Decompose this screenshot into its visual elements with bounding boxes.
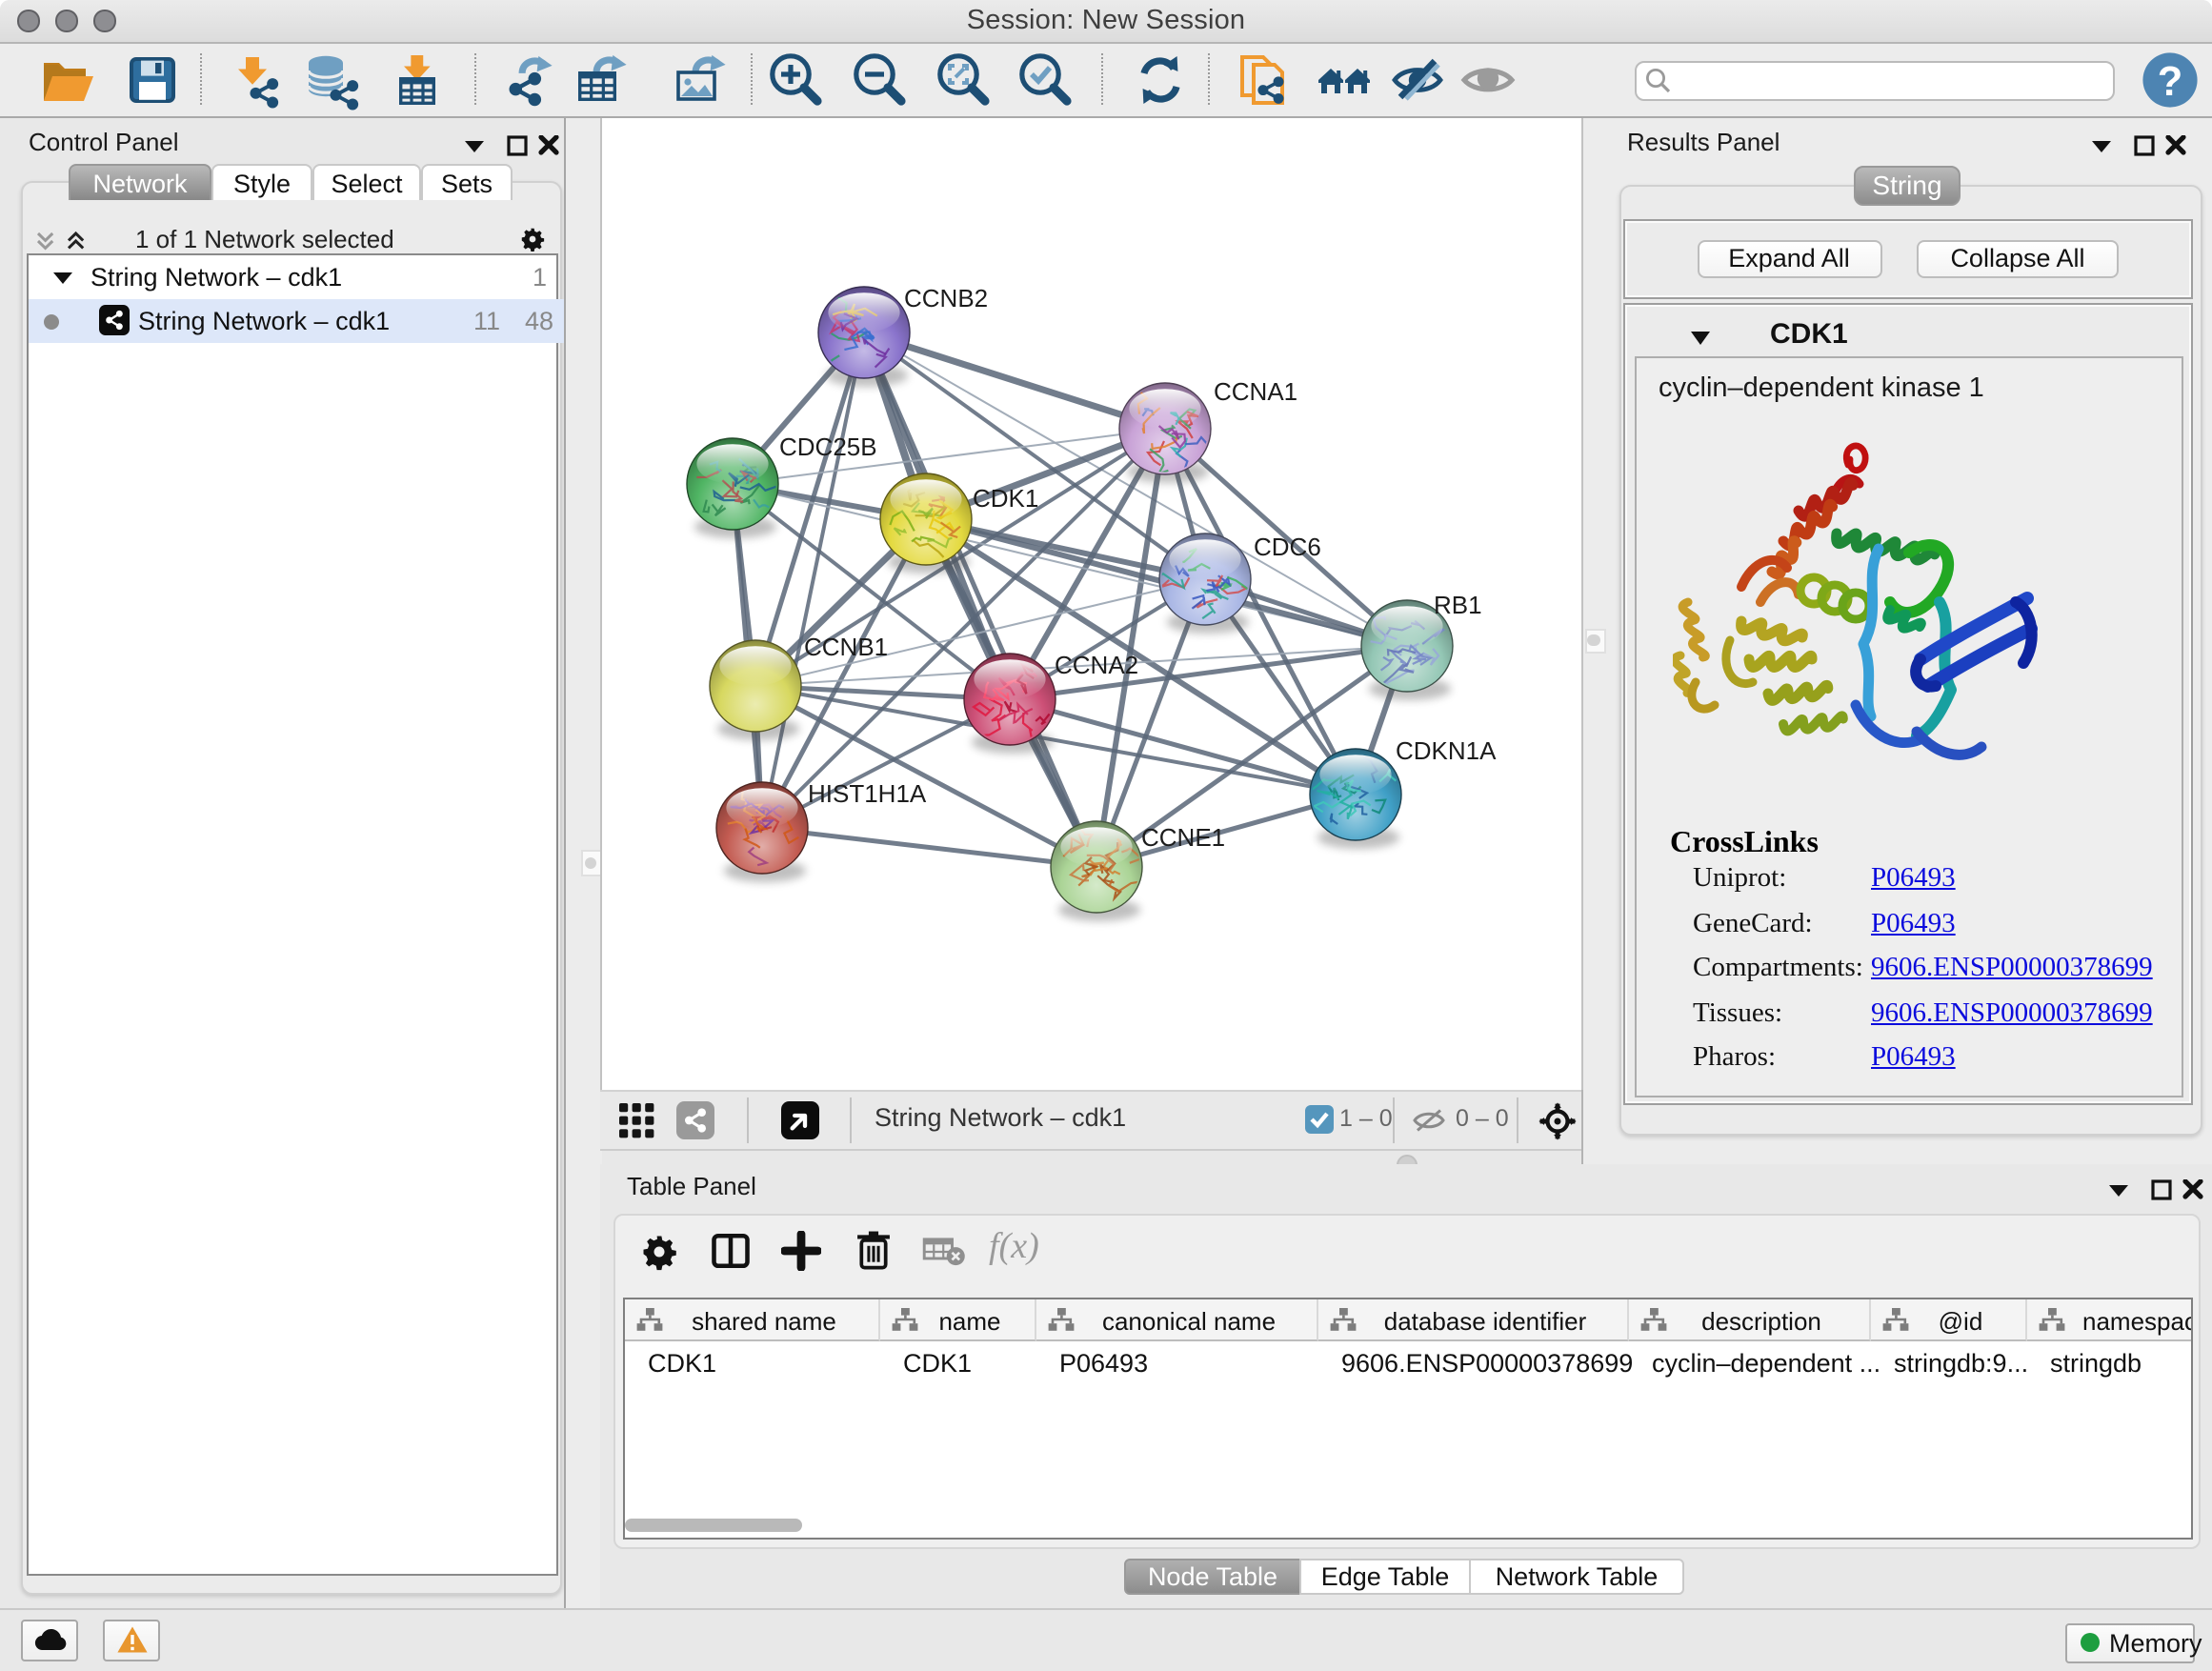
svg-text:HIST1H1A: HIST1H1A bbox=[808, 779, 927, 808]
svg-text:RB1: RB1 bbox=[1434, 591, 1482, 619]
svg-text:CCNE1: CCNE1 bbox=[1141, 823, 1225, 852]
svg-text:CCNA1: CCNA1 bbox=[1214, 377, 1297, 406]
svg-text:CDKN1A: CDKN1A bbox=[1396, 736, 1497, 765]
svg-text:CDC25B: CDC25B bbox=[779, 433, 877, 461]
svg-text:CDC6: CDC6 bbox=[1254, 533, 1321, 561]
svg-text:CDK1: CDK1 bbox=[973, 484, 1038, 513]
svg-text:CCNA2: CCNA2 bbox=[1055, 651, 1138, 679]
svg-text:CCNB2: CCNB2 bbox=[904, 284, 988, 312]
svg-text:CCNB1: CCNB1 bbox=[804, 633, 888, 661]
svg-text:?: ? bbox=[2158, 59, 2183, 105]
